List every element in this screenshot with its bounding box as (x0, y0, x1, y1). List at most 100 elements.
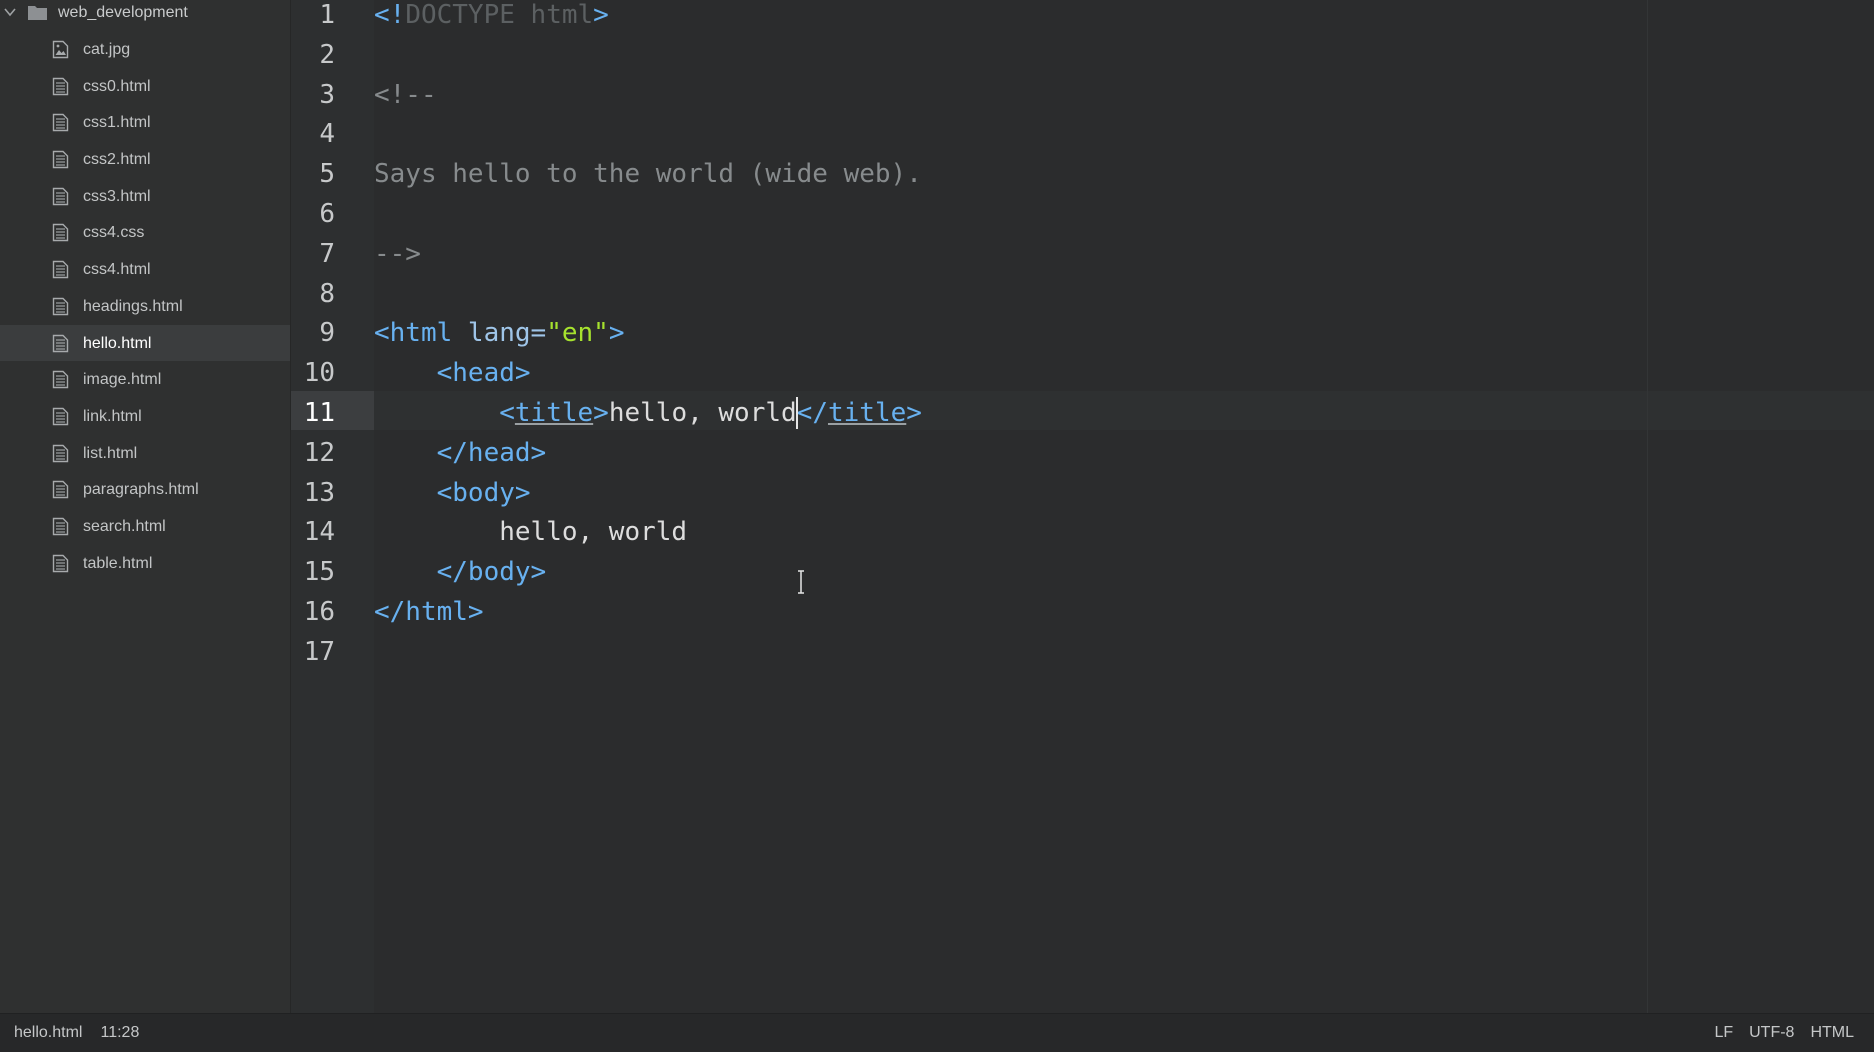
file-item[interactable]: css2.html (0, 141, 290, 178)
file-item[interactable]: search.html (0, 508, 290, 545)
code-token: </ (796, 398, 828, 428)
code-token: lang= (467, 318, 547, 349)
file-item-label: link.html (83, 407, 142, 425)
file-item-label: headings.html (83, 297, 183, 315)
file-text-icon (52, 114, 69, 132)
code-line[interactable]: --> (374, 234, 421, 274)
code-token: > (608, 318, 625, 349)
file-item[interactable]: hello.html (0, 324, 290, 362)
code-token: <body> (436, 477, 531, 508)
file-text-icon (52, 334, 69, 352)
file-text-icon (52, 77, 69, 95)
code-token: --> (374, 238, 421, 269)
line-number-gutter[interactable]: 1 2 3 4 5 6 7 8 9 10 11 12 13 14 15 16 17 (291, 0, 374, 1013)
file-text-icon (52, 150, 69, 169)
code-line[interactable]: </head> (374, 433, 547, 473)
file-item[interactable]: paragraphs.html (0, 471, 290, 508)
line-number: 15 (303, 557, 335, 588)
code-token: > (593, 0, 609, 30)
code-line[interactable]: <title>hello, world</title> (374, 393, 922, 433)
file-item-label: table.html (83, 554, 153, 572)
file-item-label: css4.css (83, 224, 145, 242)
image-file-icon (52, 40, 69, 59)
file-text-icon (52, 407, 69, 426)
line-number: 4 (319, 119, 335, 150)
code-token: > (906, 398, 922, 428)
line-number: 9 (319, 318, 335, 349)
file-item[interactable]: image.html (0, 361, 290, 398)
file-item[interactable]: css1.html (0, 104, 290, 141)
file-item-label: css4.html (83, 261, 151, 279)
code-line[interactable]: </html> (374, 592, 484, 632)
file-item-label: css0.html (83, 77, 151, 95)
line-number: 17 (303, 636, 335, 667)
file-text-icon (52, 297, 69, 316)
file-item-label: css2.html (83, 151, 151, 169)
code-token: </head> (436, 437, 547, 468)
tree-view[interactable]: web_development cat.jpg css0.html css1.htm… (0, 0, 291, 1013)
folder-icon (28, 6, 47, 20)
tree-root-folder[interactable]: web_development (0, 0, 290, 27)
code-token: title (827, 398, 907, 428)
code-token: hello, world (499, 517, 688, 548)
code-line[interactable]: <!-- (374, 75, 437, 115)
wrap-guide (1647, 0, 1648, 1013)
file-item[interactable]: css3.html (0, 178, 290, 215)
code-token: </body> (436, 557, 547, 588)
file-item[interactable]: css4.css (0, 214, 290, 251)
status-encoding[interactable]: UTF-8 (1749, 1024, 1794, 1042)
code-line[interactable]: hello, world (374, 512, 687, 552)
file-list: cat.jpg css0.html css1.html css2.html css3.h… (0, 31, 290, 581)
status-cursor-position[interactable]: 11:28 (100, 1024, 139, 1042)
status-file-name[interactable]: hello.html (14, 1024, 82, 1042)
chevron-down-icon[interactable] (3, 5, 17, 19)
file-item[interactable]: list.html (0, 435, 290, 472)
file-item[interactable]: link.html (0, 398, 290, 435)
line-number: 2 (319, 39, 335, 70)
code-token: Says hello to the world (wide web). (374, 159, 922, 190)
file-item[interactable]: headings.html (0, 288, 290, 325)
code-token: <!-- (374, 79, 437, 110)
line-number: 7 (319, 238, 335, 269)
code-line[interactable]: <body> (374, 473, 531, 513)
code-token: DOCTYPE html (405, 0, 594, 30)
file-item-label: css3.html (83, 187, 151, 205)
code-line[interactable]: </body> (374, 552, 547, 592)
file-item[interactable]: cat.jpg (0, 31, 290, 68)
status-bar: hello.html 11:28 LF UTF-8 HTML (0, 1013, 1874, 1052)
ibeam-cursor-icon (798, 570, 804, 594)
tree-root-label: web_development (58, 4, 188, 21)
status-grammar[interactable]: HTML (1810, 1024, 1854, 1042)
line-number: 11 (303, 398, 335, 428)
file-item-label: cat.jpg (83, 41, 131, 58)
file-item[interactable]: table.html (0, 545, 290, 582)
line-number: 8 (319, 278, 335, 309)
text-editor[interactable]: 1 2 3 4 5 6 7 8 9 10 11 12 13 14 15 16 17 <!DOCTYPE html… (291, 0, 1874, 1013)
file-text-icon (52, 481, 69, 499)
code-token: <head> (436, 358, 531, 389)
file-text-icon (52, 187, 69, 205)
file-text-icon (52, 554, 69, 572)
code-line[interactable]: <!DOCTYPE html> (374, 0, 609, 35)
file-text-icon (52, 517, 69, 536)
file-item[interactable]: css0.html (0, 68, 290, 105)
code-token: < (499, 398, 515, 428)
file-item[interactable]: css4.html (0, 251, 290, 288)
code-token: <! (374, 0, 406, 30)
code-line[interactable]: <html lang="en"> (374, 313, 624, 353)
code-line[interactable]: Says hello to the world (wide web). (374, 154, 922, 194)
line-number: 1 (319, 0, 335, 30)
file-item-label: list.html (83, 444, 138, 462)
code-token: > (593, 398, 609, 428)
code-token: </html> (374, 597, 484, 627)
line-number: 14 (303, 517, 335, 548)
line-number: 16 (303, 597, 335, 627)
status-line-ending[interactable]: LF (1714, 1024, 1733, 1042)
line-number: 6 (319, 199, 335, 229)
line-number: 5 (319, 159, 335, 190)
file-text-icon (52, 260, 69, 279)
code-line[interactable]: <head> (374, 353, 531, 393)
